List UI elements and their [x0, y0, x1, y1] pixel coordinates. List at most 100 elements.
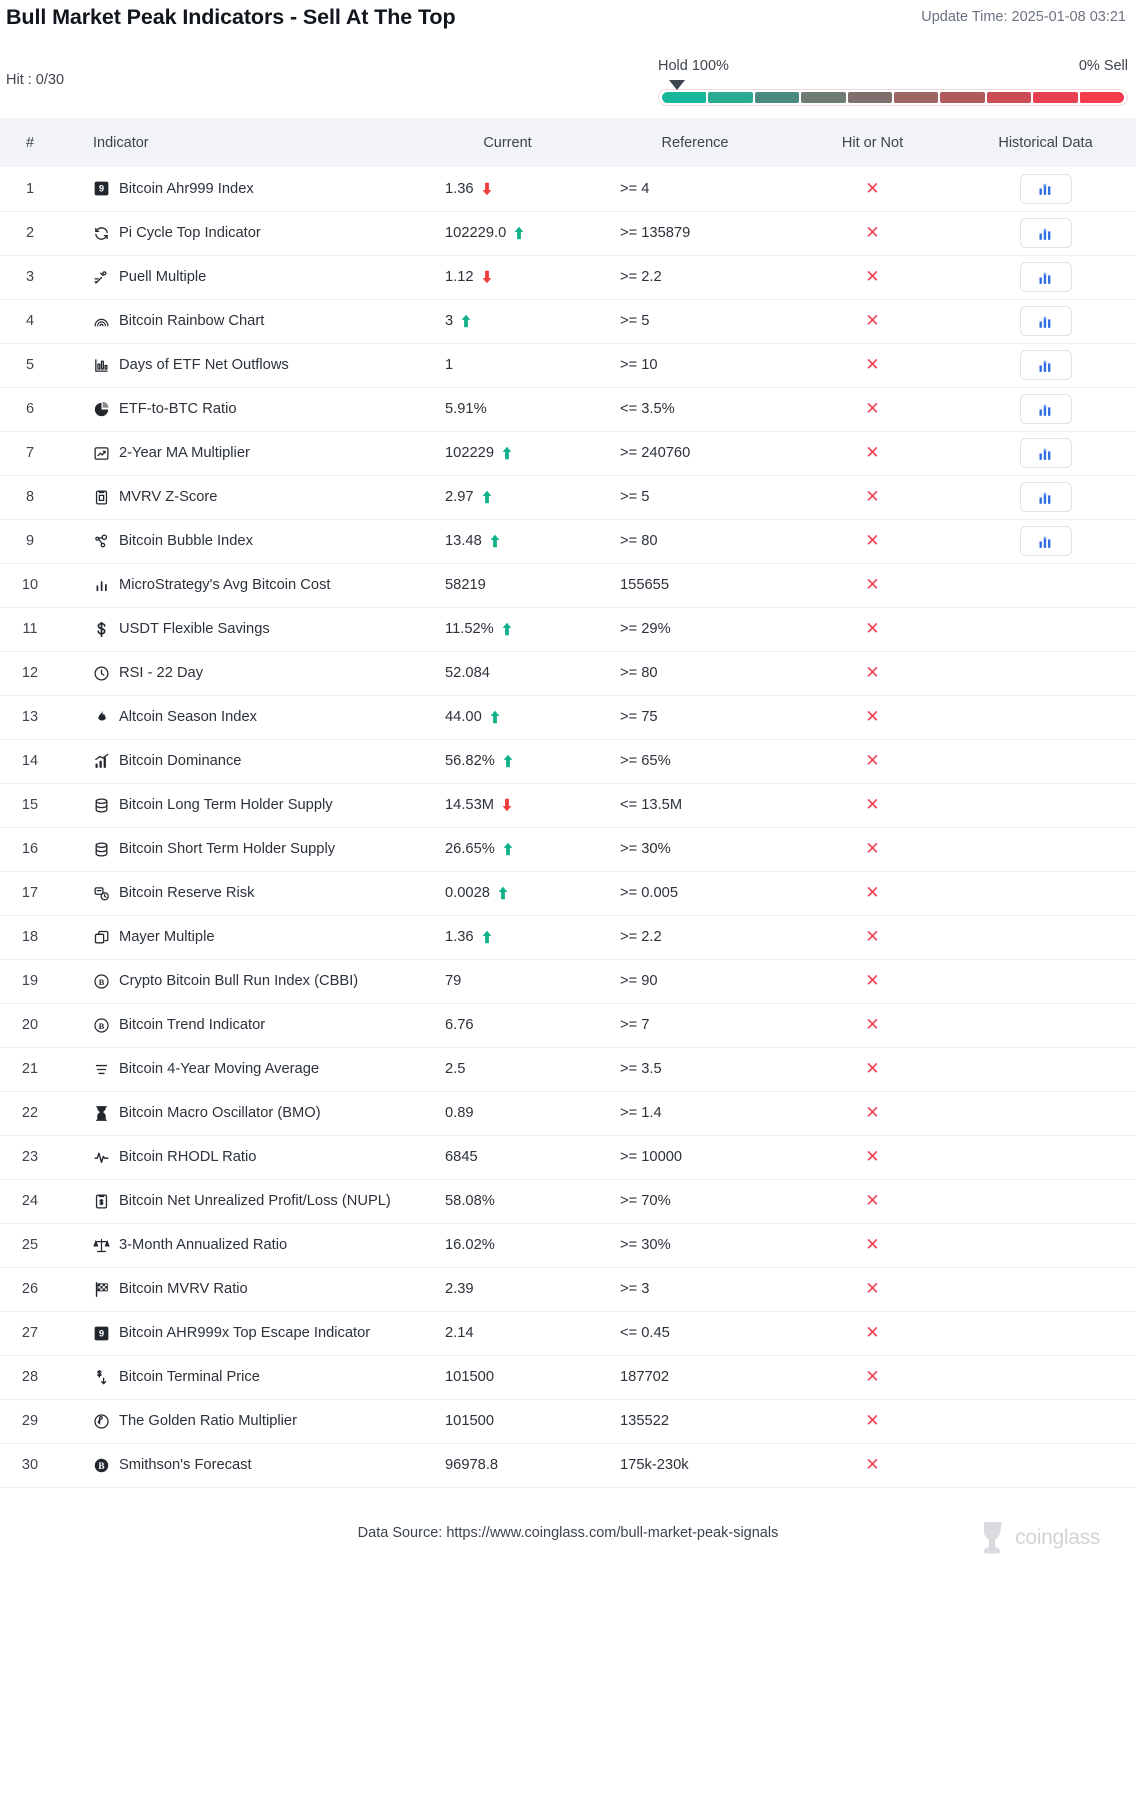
column-header-reference: Reference — [600, 118, 790, 167]
historical-chart-button[interactable] — [1019, 482, 1072, 512]
row-number: 21 — [0, 1047, 60, 1092]
current-cell: 96978.8 — [415, 1443, 600, 1488]
reference-value: >= 65% — [600, 739, 790, 784]
table-row: 15 Bitcoin Long Term Holder Supply 14.53M <… — [0, 783, 1136, 828]
indicator-cell[interactable]: Bitcoin Net Unrealized Profit/Loss (NUPL… — [60, 1179, 415, 1224]
reference-value: >= 4 — [600, 167, 790, 212]
hit-cell: ✕ — [790, 255, 955, 300]
not-hit-cross-icon: ✕ — [865, 1235, 880, 1254]
current-value: 3 — [445, 313, 454, 329]
hit-cell: ✕ — [790, 1135, 955, 1180]
indicator-cell[interactable]: Bitcoin Rainbow Chart — [60, 299, 415, 344]
hold-sell-gauge: Hold 100% 0% Sell — [658, 58, 1128, 106]
historical-data-cell — [955, 1135, 1136, 1180]
historical-data-cell — [955, 431, 1136, 476]
indicator-cell[interactable]: B Crypto Bitcoin Bull Run Index (CBBI) — [60, 959, 415, 1004]
indicator-cell[interactable]: Bitcoin Reserve Risk — [60, 871, 415, 916]
indicator-cell[interactable]: USDT Flexible Savings — [60, 607, 415, 652]
historical-chart-button[interactable] — [1019, 173, 1072, 204]
not-hit-cross-icon: ✕ — [865, 311, 880, 330]
historical-chart-button[interactable] — [1019, 394, 1072, 424]
indicator-cell[interactable]: MVRV Z-Score — [60, 475, 415, 520]
historical-chart-button[interactable] — [1019, 218, 1072, 248]
indicator-cell[interactable]: Bitcoin Long Term Holder Supply — [60, 783, 415, 828]
hit-cell: ✕ — [790, 299, 955, 344]
indicator-cell[interactable]: Altcoin Season Index — [60, 695, 415, 740]
current-cell: 1.36 — [415, 167, 600, 212]
indicator-label: The Golden Ratio Multiplier — [119, 1413, 297, 1429]
table-row: 12 RSI - 22 Day 52.084 >= 80 ✕ — [0, 651, 1136, 696]
bar-chart-icon — [93, 357, 110, 374]
indicator-cell[interactable]: Bitcoin RHODL Ratio — [60, 1135, 415, 1180]
indicator-label: Bitcoin AHR999x Top Escape Indicator — [119, 1325, 371, 1341]
indicator-cell[interactable]: Pi Cycle Top Indicator — [60, 211, 415, 256]
indicator-cell[interactable]: RSI - 22 Day — [60, 651, 415, 696]
hit-cell: ✕ — [790, 1311, 955, 1356]
indicator-cell[interactable]: B Smithson's Forecast — [60, 1443, 415, 1488]
row-number: 10 — [0, 563, 60, 608]
reference-value: >= 240760 — [600, 431, 790, 476]
current-cell: 16.02% — [415, 1223, 600, 1268]
indicator-label: Days of ETF Net Outflows — [119, 357, 289, 373]
trend-up-arrow-icon — [481, 490, 493, 504]
not-hit-cross-icon: ✕ — [865, 619, 880, 638]
indicator-cell[interactable]: Bitcoin Bubble Index — [60, 519, 415, 564]
current-value: 44.00 — [445, 709, 482, 725]
historical-chart-button[interactable] — [1019, 526, 1072, 556]
hit-cell: ✕ — [790, 871, 955, 916]
current-value: 16.02% — [445, 1237, 495, 1253]
indicator-label: MicroStrategy's Avg Bitcoin Cost — [119, 577, 331, 593]
row-number: 23 — [0, 1135, 60, 1180]
indicator-cell[interactable]: 9 Bitcoin AHR999x Top Escape Indicator — [60, 1311, 415, 1356]
hit-cell: ✕ — [790, 431, 955, 476]
current-cell: 2.97 — [415, 475, 600, 520]
indicator-cell[interactable]: Days of ETF Net Outflows — [60, 343, 415, 388]
current-cell: 13.48 — [415, 519, 600, 564]
historical-chart-button[interactable] — [1019, 350, 1072, 380]
not-hit-cross-icon: ✕ — [865, 1323, 880, 1342]
page-header: Bull Market Peak Indicators - Sell At Th… — [0, 0, 1136, 118]
indicator-label: Bitcoin Short Term Holder Supply — [119, 841, 336, 857]
reference-value: 155655 — [600, 563, 790, 608]
current-value: 14.53M — [445, 797, 494, 813]
indicator-cell[interactable]: Bitcoin Dominance — [60, 739, 415, 784]
current-cell: 52.084 — [415, 651, 600, 696]
not-hit-cross-icon: ✕ — [865, 178, 880, 198]
checkered-flag-icon — [93, 1281, 110, 1298]
table-row: 28 Bitcoin Terminal Price 101500 187702 ✕ — [0, 1355, 1136, 1400]
indicator-cell[interactable]: MicroStrategy's Avg Bitcoin Cost — [60, 563, 415, 608]
reference-value: >= 7 — [600, 1003, 790, 1048]
indicator-cell[interactable]: 2-Year MA Multiplier — [60, 431, 415, 476]
indicator-cell[interactable]: Bitcoin Macro Oscillator (BMO) — [60, 1091, 415, 1136]
indicator-cell[interactable]: 3-Month Annualized Ratio — [60, 1223, 415, 1268]
not-hit-cross-icon: ✕ — [865, 1279, 880, 1298]
indicator-cell[interactable]: B Bitcoin Trend Indicator — [60, 1003, 415, 1048]
indicator-cell[interactable]: Bitcoin Terminal Price — [60, 1355, 415, 1400]
historical-chart-button[interactable] — [1019, 306, 1072, 336]
trend-up-arrow-icon — [489, 534, 501, 548]
current-cell: 102229 — [415, 431, 600, 476]
reference-value: >= 75 — [600, 695, 790, 740]
historical-chart-button[interactable] — [1019, 438, 1072, 468]
table-row: 20 B Bitcoin Trend Indicator 6.76 >= 7 ✕ — [0, 1003, 1136, 1048]
historical-data-cell — [955, 783, 1136, 828]
clipboard-chart-icon — [93, 489, 110, 506]
reference-value: >= 5 — [600, 475, 790, 520]
not-hit-cross-icon: ✕ — [865, 1455, 880, 1474]
table-body: 1 9 Bitcoin Ahr999 Index 1.36 >= 4 ✕ 2 Pi Cycle… — [0, 167, 1136, 1488]
indicator-cell[interactable]: The Golden Ratio Multiplier — [60, 1399, 415, 1444]
historical-chart-button[interactable] — [1019, 262, 1072, 292]
indicator-cell[interactable]: Mayer Multiple — [60, 915, 415, 960]
indicator-cell[interactable]: Bitcoin MVRV Ratio — [60, 1267, 415, 1312]
indicator-cell[interactable]: ETF-to-BTC Ratio — [60, 387, 415, 432]
current-value: 13.48 — [445, 533, 482, 549]
page-title: Bull Market Peak Indicators - Sell At Th… — [6, 5, 456, 29]
reference-value: >= 3 — [600, 1267, 790, 1312]
reference-value: >= 90 — [600, 959, 790, 1004]
hit-cell: ✕ — [790, 1267, 955, 1312]
indicator-cell[interactable]: Bitcoin Short Term Holder Supply — [60, 827, 415, 872]
indicator-cell[interactable]: 9 Bitcoin Ahr999 Index — [60, 167, 415, 212]
indicator-cell[interactable]: Puell Multiple — [60, 255, 415, 300]
indicator-cell[interactable]: Bitcoin 4-Year Moving Average — [60, 1047, 415, 1092]
stacked-lines-icon — [93, 1061, 110, 1078]
